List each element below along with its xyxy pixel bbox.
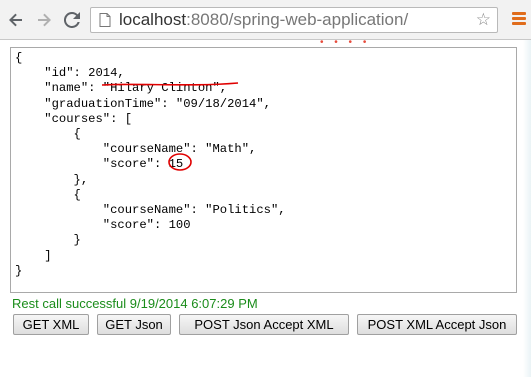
json-line: "courseName": "Math",	[15, 142, 257, 157]
json-line: {	[15, 187, 81, 202]
json-line: "score": 15	[15, 157, 184, 172]
url-path: :8080/spring-web-application/	[186, 10, 409, 29]
forward-arrow-icon[interactable]	[34, 10, 54, 30]
page-icon	[99, 13, 111, 27]
json-line: "graduationTime": "09/18/2014",	[15, 96, 271, 111]
json-line: "score": 100	[15, 218, 191, 233]
json-response-textarea[interactable]: { "id": 2014, "name": "Hilary Clinton", …	[10, 47, 517, 293]
json-line: "id": 2014,	[15, 66, 125, 81]
url-host: localhost	[119, 10, 187, 29]
json-line: "courseName": "Politics",	[15, 203, 286, 218]
post-json-accept-xml-button[interactable]: POST Json Accept XML	[179, 314, 349, 335]
browser-toolbar: localhost:8080/spring-web-application/ ☆…	[0, 0, 531, 48]
star-icon[interactable]: ☆	[476, 10, 491, 30]
json-line: "name": "Hilary Clinton",	[15, 81, 228, 96]
json-line: ]	[15, 248, 52, 263]
reload-icon[interactable]	[62, 10, 82, 30]
json-line: {	[15, 127, 81, 142]
window-edge-shade	[523, 40, 531, 377]
url-text: localhost:8080/spring-web-application/	[119, 10, 408, 30]
status-message: Rest call successful 9/19/2014 6:07:29 P…	[12, 296, 258, 311]
hamburger-menu-icon[interactable]	[512, 12, 526, 28]
json-line: }	[15, 233, 81, 248]
address-bar[interactable]: localhost:8080/spring-web-application/ ☆	[90, 7, 498, 33]
json-line: }	[15, 263, 23, 278]
page-content: { "id": 2014, "name": "Hilary Clinton", …	[0, 40, 531, 377]
json-line: "courses": [	[15, 111, 133, 126]
get-xml-button[interactable]: GET XML	[13, 314, 89, 335]
json-line: },	[15, 172, 89, 187]
json-line: {	[15, 51, 23, 65]
post-xml-accept-json-button[interactable]: POST XML Accept Json	[357, 314, 517, 335]
get-json-button[interactable]: GET Json	[97, 314, 171, 335]
back-arrow-icon[interactable]	[6, 10, 26, 30]
